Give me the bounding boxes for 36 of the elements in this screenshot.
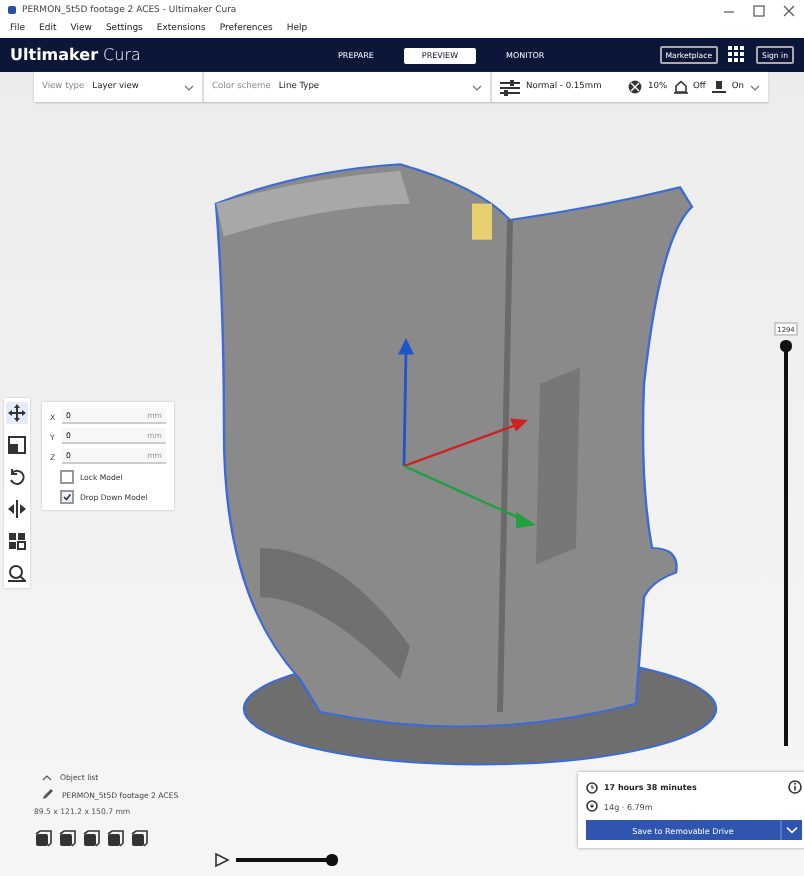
chevron-icon bbox=[786, 826, 798, 834]
play-icon[interactable] bbox=[214, 852, 230, 868]
close-icon[interactable] bbox=[782, 3, 796, 17]
logo: Ultimaker Cura bbox=[10, 46, 143, 64]
camera-view-icon[interactable] bbox=[130, 830, 148, 848]
move-tool-button[interactable] bbox=[6, 402, 28, 424]
save-options-button[interactable] bbox=[780, 820, 802, 840]
spool-icon bbox=[586, 800, 598, 812]
checkbox[interactable] bbox=[60, 490, 74, 504]
rotate-tool-button[interactable] bbox=[6, 466, 28, 488]
infill-icon bbox=[627, 80, 642, 94]
adhesion-icon bbox=[711, 80, 726, 94]
camera-view-icon[interactable] bbox=[82, 830, 100, 848]
info-icon[interactable] bbox=[788, 780, 802, 794]
camera-view-icon[interactable] bbox=[58, 830, 76, 848]
layer-slider-handle[interactable] bbox=[780, 340, 792, 351]
support-icon bbox=[673, 80, 688, 94]
support-blocker-tool-button[interactable] bbox=[6, 562, 28, 584]
mirror-tool-button[interactable] bbox=[6, 498, 28, 520]
per-model-tool-button[interactable] bbox=[6, 530, 28, 552]
app-icon bbox=[8, 6, 16, 14]
chevron-icon bbox=[472, 83, 482, 91]
sliders-icon bbox=[500, 79, 520, 95]
clock-icon bbox=[586, 781, 598, 793]
chevron-icon bbox=[184, 83, 194, 91]
camera-view-icon[interactable] bbox=[34, 830, 52, 848]
maximize-icon[interactable] bbox=[752, 3, 766, 17]
playback-slider-handle[interactable] bbox=[326, 854, 337, 866]
chevron-icon bbox=[750, 83, 760, 91]
camera-view-icon[interactable] bbox=[106, 830, 124, 848]
chevron-icon bbox=[42, 773, 52, 781]
axis-gizmo-drawing[interactable] bbox=[398, 203, 536, 529]
apps-grid-icon[interactable] bbox=[728, 46, 747, 64]
scale-tool-button[interactable] bbox=[6, 434, 28, 456]
pencil-icon[interactable] bbox=[42, 788, 54, 800]
checkbox[interactable] bbox=[60, 470, 74, 484]
